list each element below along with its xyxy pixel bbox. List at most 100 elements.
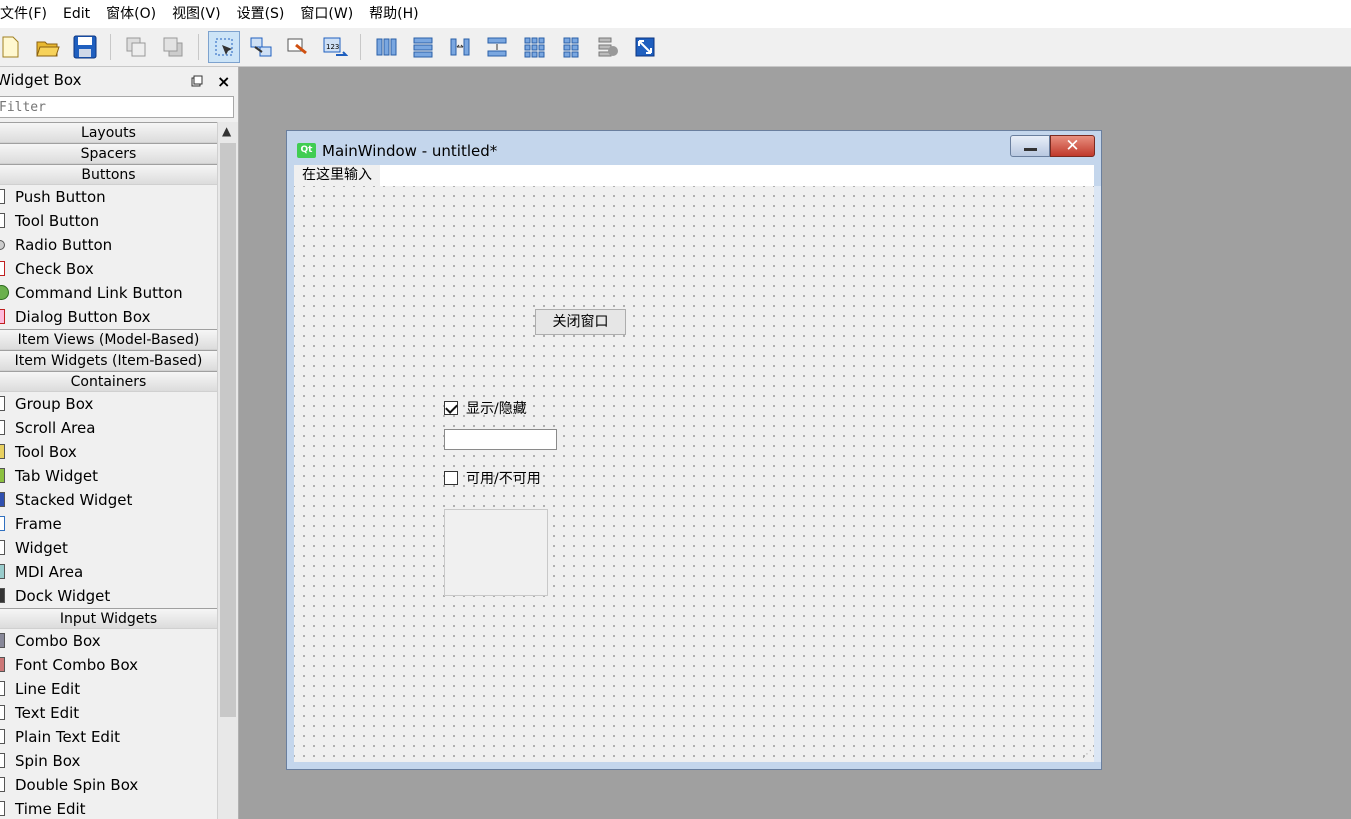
enable-disable-label: 可用/不可用 — [466, 471, 541, 487]
svg-text:123: 123 — [326, 43, 339, 51]
category-buttons[interactable]: Buttons — [0, 164, 217, 185]
line-edit-icon — [0, 681, 5, 696]
widget-box-scrollbar[interactable]: ▲ — [217, 122, 238, 819]
frame-icon — [0, 516, 5, 531]
save-icon[interactable] — [69, 31, 101, 63]
widget-box-panel: Widget Box × Layouts Spacers Buttons Pus… — [0, 67, 239, 819]
check-box-icon — [0, 261, 5, 276]
layout-v-splitter-icon[interactable] — [481, 31, 513, 63]
widget-item[interactable]: Check Box — [0, 257, 217, 281]
stacked-widget-icon — [0, 492, 5, 507]
category-layouts[interactable]: Layouts — [0, 122, 217, 143]
widget-item[interactable]: Scroll Area — [0, 416, 217, 440]
widget-item[interactable]: Radio Button — [0, 233, 217, 257]
widget-item[interactable]: MDI Area — [0, 560, 217, 584]
command-link-icon — [0, 285, 9, 300]
break-layout-icon[interactable] — [592, 31, 624, 63]
minimize-icon — [1024, 148, 1037, 151]
show-hide-checkbox[interactable]: 显示/隐藏 — [444, 398, 527, 418]
new-icon[interactable] — [0, 31, 26, 63]
send-back-icon[interactable] — [157, 31, 189, 63]
plain-text-edit-icon — [0, 729, 5, 744]
widget-item[interactable]: Group Box — [0, 392, 217, 416]
push-button-icon — [0, 189, 5, 204]
close-icon[interactable]: × — [217, 69, 230, 95]
form-side-strip — [1094, 186, 1101, 762]
widget-item[interactable]: Tab Widget — [0, 464, 217, 488]
edit-buddies-icon[interactable] — [282, 31, 314, 63]
menu-edit[interactable]: Edit — [55, 0, 98, 28]
checkbox-checked-icon — [444, 401, 458, 415]
widget-item[interactable]: Stacked Widget — [0, 488, 217, 512]
main-window-titlebar: Qt MainWindow - untitled* ✕ — [287, 131, 1101, 163]
double-spin-box-icon — [0, 777, 5, 792]
menu-view[interactable]: 视图(V) — [164, 0, 229, 28]
dialog-button-box-icon — [0, 309, 5, 324]
tool-box-icon — [0, 444, 5, 459]
frame-widget[interactable] — [444, 509, 548, 596]
tool-button-icon — [0, 213, 5, 228]
combo-box-icon — [0, 633, 5, 648]
menu-help[interactable]: 帮助(H) — [361, 0, 426, 28]
adjust-size-icon[interactable] — [629, 31, 661, 63]
menu-window[interactable]: 窗口(W) — [292, 0, 361, 28]
layout-h-splitter-icon[interactable] — [444, 31, 476, 63]
spin-box-icon — [0, 753, 5, 768]
widget-item[interactable]: Push Button — [0, 185, 217, 209]
menu-file[interactable]: 文件(F) — [0, 0, 55, 28]
menu-type-here[interactable]: 在这里输入 — [294, 165, 380, 186]
tab-widget-icon — [0, 468, 5, 483]
layout-grid-icon[interactable] — [555, 31, 587, 63]
layout-vertical-icon[interactable] — [407, 31, 439, 63]
font-combo-box-icon — [0, 657, 5, 672]
category-item-widgets[interactable]: Item Widgets (Item-Based) — [0, 350, 217, 371]
edit-widgets-icon[interactable] — [208, 31, 240, 63]
size-grip-icon[interactable]: ⋰ — [1082, 749, 1092, 760]
text-edit-icon — [0, 705, 5, 720]
widget-item[interactable]: Combo Box — [0, 629, 217, 653]
widget-item[interactable]: Tool Button — [0, 209, 217, 233]
layout-horizontal-icon[interactable] — [370, 31, 402, 63]
category-containers[interactable]: Containers — [0, 371, 217, 392]
enable-disable-checkbox[interactable]: 可用/不可用 — [444, 468, 541, 488]
chevron-up-icon[interactable]: ▲ — [222, 124, 231, 138]
widget-item[interactable]: Double Spin Box — [0, 773, 217, 797]
scrollbar-thumb[interactable] — [220, 143, 236, 717]
radio-button-icon — [0, 240, 5, 250]
window-title: MainWindow - untitled* — [322, 142, 498, 160]
close-window-button[interactable]: 关闭窗口 — [535, 309, 626, 335]
minimize-button[interactable] — [1010, 135, 1050, 157]
layout-form-icon[interactable] — [518, 31, 550, 63]
category-item-views[interactable]: Item Views (Model-Based) — [0, 329, 217, 350]
widget-item[interactable]: Line Edit — [0, 677, 217, 701]
line-edit-field[interactable] — [444, 429, 557, 450]
widget-item[interactable]: Plain Text Edit — [0, 725, 217, 749]
widget-item[interactable]: Time Edit — [0, 797, 217, 819]
bring-front-icon[interactable] — [120, 31, 152, 63]
widget-item[interactable]: Spin Box — [0, 749, 217, 773]
form-canvas[interactable]: 关闭窗口 显示/隐藏 可用/不可用 ⋰ — [294, 186, 1094, 762]
qt-logo-icon: Qt — [297, 143, 316, 158]
edit-tab-order-icon[interactable]: 123 — [319, 31, 351, 63]
widget-item[interactable]: Font Combo Box — [0, 653, 217, 677]
widget-item[interactable]: Widget — [0, 536, 217, 560]
widget-item[interactable]: Frame — [0, 512, 217, 536]
menu-form[interactable]: 窗体(O) — [98, 0, 164, 28]
edit-signals-icon[interactable] — [245, 31, 277, 63]
window-close-button[interactable]: ✕ — [1050, 135, 1095, 157]
checkbox-unchecked-icon — [444, 471, 458, 485]
widget-item[interactable]: Tool Box — [0, 440, 217, 464]
menu-settings[interactable]: 设置(S) — [229, 0, 293, 28]
widget-item[interactable]: Text Edit — [0, 701, 217, 725]
filter-input[interactable] — [0, 96, 234, 118]
widget-box-title: Widget Box — [0, 71, 82, 89]
category-input-widgets[interactable]: Input Widgets — [0, 608, 217, 629]
widget-item[interactable]: Dialog Button Box — [0, 305, 217, 329]
widget-item[interactable]: Dock Widget — [0, 584, 217, 608]
toolbar: 123 — [0, 28, 1351, 67]
category-spacers[interactable]: Spacers — [0, 143, 217, 164]
dock-widget-icon — [0, 588, 5, 603]
float-icon[interactable] — [191, 71, 203, 97]
open-icon[interactable] — [32, 31, 64, 63]
widget-item[interactable]: Command Link Button — [0, 281, 217, 305]
